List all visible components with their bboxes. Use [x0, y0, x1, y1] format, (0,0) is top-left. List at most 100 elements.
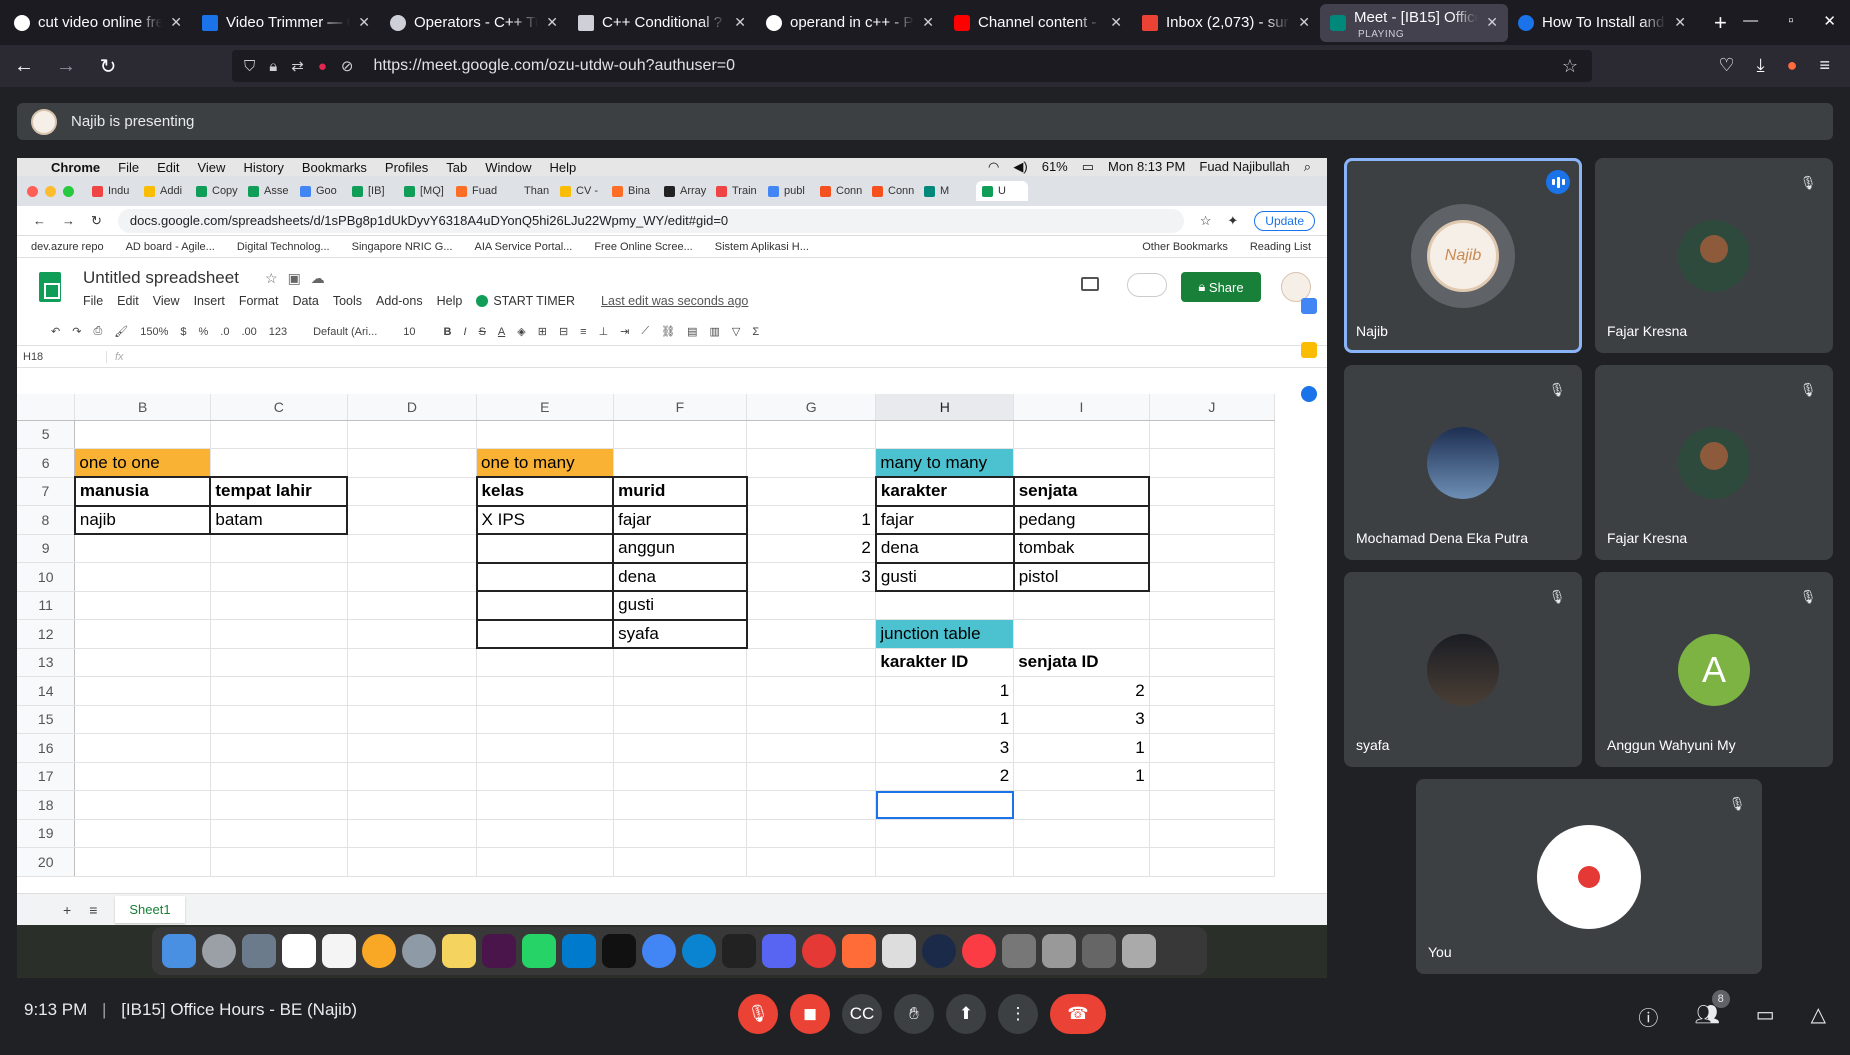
close-tab-icon[interactable]: ✕ [546, 14, 558, 31]
mac-user: Fuad Najibullah [1199, 159, 1290, 174]
permissions-icon[interactable]: ⇄ [291, 57, 304, 75]
chrome-tab: Fuad [456, 185, 508, 197]
chat-icon[interactable]: ▭ [1756, 1002, 1775, 1031]
sheets-logo-icon [39, 272, 61, 302]
close-tab-icon[interactable]: ✕ [922, 14, 934, 31]
sheet-row: 5 [17, 420, 1276, 449]
sheet-cell: syafa [612, 618, 748, 649]
close-tab-icon[interactable]: ✕ [1674, 14, 1686, 31]
browser-tab[interactable]: How To Install and C ✕ [1508, 4, 1696, 42]
mic-off-icon: 🎙︎ [1799, 382, 1817, 397]
camera-blocked-icon[interactable]: ⊘ [341, 57, 354, 75]
chrome-star-icon: ☆ [1199, 212, 1212, 228]
last-edit-text: Last edit was seconds ago [601, 294, 749, 308]
meeting-details-icon[interactable]: ⓘ [1638, 1002, 1658, 1031]
captions-icon[interactable]: CC [842, 994, 882, 1034]
mic-toggle-icon[interactable]: 🎙︎ [738, 994, 778, 1034]
sheet-cell [1149, 534, 1276, 563]
present-screen-icon[interactable]: ⬆︎ [946, 994, 986, 1034]
end-call-icon[interactable]: ☎︎ [1050, 994, 1106, 1034]
sheet-cell: pistol [1012, 561, 1151, 592]
sheet-cell [476, 705, 614, 734]
sheet-cell [746, 619, 877, 649]
sheet-cell [875, 420, 1015, 449]
close-tab-icon[interactable]: ✕ [734, 14, 746, 31]
rotate-icon: ⟋ [641, 325, 650, 337]
people-icon[interactable]: 👥︎ 8 [1694, 990, 1730, 1031]
maximize-icon[interactable]: ▫ [1788, 12, 1793, 30]
self-tile[interactable]: 🎙︎ You [1416, 779, 1762, 974]
close-tab-icon[interactable]: ✕ [1486, 14, 1498, 31]
menu-icon[interactable]: ≡ [1819, 55, 1830, 76]
sheet-cell: najib [73, 504, 212, 535]
participant-avatar [1678, 220, 1750, 292]
sheet-cell: 2 [875, 762, 1015, 791]
chrome-tab: Goo [300, 185, 352, 197]
chrome-tab: [IB] [352, 185, 404, 197]
participant-tile[interactable]: 🎙︎ A Anggun Wahyuni My [1595, 572, 1833, 767]
participant-name: Najib [1356, 323, 1388, 339]
downloads-icon[interactable]: ⤓ [1757, 55, 1765, 76]
sheet-row: 15 1 3 [17, 705, 1276, 734]
back-icon[interactable]: ← [6, 55, 42, 78]
chrome-tab: publ [768, 185, 820, 197]
fill-color-icon: ◈ [517, 326, 526, 338]
minimize-icon[interactable]: — [1743, 12, 1758, 30]
url-bar[interactable]: ⛉ 🔒︎ ⇄ ● ⊘ https://meet.google.com/ozu-u… [232, 50, 1592, 82]
new-tab-icon[interactable]: + [1714, 10, 1727, 36]
close-tab-icon[interactable]: ✕ [1298, 14, 1310, 31]
browser-tab[interactable]: Operators - C++ Tut ✕ [380, 4, 568, 42]
chrome-address-row: ← → ↻ docs.google.com/spreadsheets/d/1sP… [17, 206, 1327, 236]
borders-icon: ⊞ [537, 326, 547, 338]
participant-tile[interactable]: Najib Najib [1344, 158, 1582, 353]
camera-toggle-icon[interactable]: ◼︎ [790, 994, 830, 1034]
chrome-icon [642, 934, 676, 968]
browser-tab[interactable]: cut video online free ✕ [4, 4, 192, 42]
participant-tile[interactable]: 🎙︎ Fajar Kresna [1595, 158, 1833, 353]
close-tab-icon[interactable]: ✕ [1110, 14, 1122, 31]
forward-icon[interactable]: → [48, 55, 84, 78]
browser-tab[interactable]: Inbox (2,073) - suriy ✕ [1132, 4, 1320, 42]
meeting-clock: 9:13 PM [24, 1000, 88, 1019]
mac-clock: Mon 8:13 PM [1108, 159, 1186, 174]
pocket-icon[interactable]: ♡ [1719, 55, 1735, 76]
participant-tile[interactable]: 🎙︎ Fajar Kresna [1595, 365, 1833, 560]
participant-tile[interactable]: 🎙︎ syafa [1344, 572, 1582, 767]
browser-tab[interactable]: C++ Conditional ? : ✕ [568, 4, 756, 42]
bookmarks-bar: dev.azure repo AD board - Agile... Digit… [17, 236, 1327, 258]
browser-tab[interactable]: Channel content - Y ✕ [944, 4, 1132, 42]
participant-name: Fajar Kresna [1607, 323, 1688, 339]
sheet-cell [746, 477, 877, 506]
close-window-icon[interactable]: ✕ [1823, 12, 1836, 30]
close-tab-icon[interactable]: ✕ [170, 14, 182, 31]
sheets-menu-item: Help [436, 294, 463, 308]
sheet-cell [74, 705, 211, 734]
browser-tab-active[interactable]: Meet - [IB15] Office PLAYING ✕ [1320, 3, 1508, 42]
extension-icon[interactable]: ● [1787, 55, 1798, 76]
sheet-cell: batam [209, 504, 349, 535]
row-header: 11 [17, 591, 76, 620]
mic-muted-icon[interactable]: ● [318, 58, 327, 75]
sheet-cell [74, 534, 211, 563]
browser-tab[interactable]: Video Trimmer — Cut ✕ [192, 4, 380, 42]
reload-icon[interactable]: ↻ [90, 54, 126, 79]
participant-tile[interactable]: 🎙︎ Mochamad Dena Eka Putra [1344, 365, 1582, 560]
mac-dock [152, 927, 1207, 975]
raise-hand-icon[interactable]: ✋︎ [894, 994, 934, 1034]
launchpad-icon [202, 934, 236, 968]
bookmark-star-icon[interactable]: ☆ [1562, 56, 1578, 77]
close-tab-icon[interactable]: ✕ [358, 14, 370, 31]
url-text[interactable]: https://meet.google.com/ozu-utdw-ouh?aut… [373, 57, 735, 75]
shield-icon[interactable]: ⛉ [244, 58, 255, 75]
browser-tab[interactable]: operand in c++ - Pa ✕ [756, 4, 944, 42]
window-controls: — ▫ ✕ [1743, 12, 1836, 30]
chrome-tab: Than [508, 185, 560, 197]
sheets-menu-item: Format [238, 294, 279, 308]
mac-menu-item: Tab [446, 159, 468, 175]
wrap-icon: ⇥ [620, 326, 630, 338]
activities-icon[interactable]: △ [1811, 1002, 1826, 1031]
more-options-icon[interactable]: ⋮ [998, 994, 1038, 1034]
tab-title: operand in c++ - Pa [790, 14, 915, 31]
sheet-cell [746, 705, 877, 734]
lock-icon[interactable]: 🔒︎ [269, 58, 277, 75]
